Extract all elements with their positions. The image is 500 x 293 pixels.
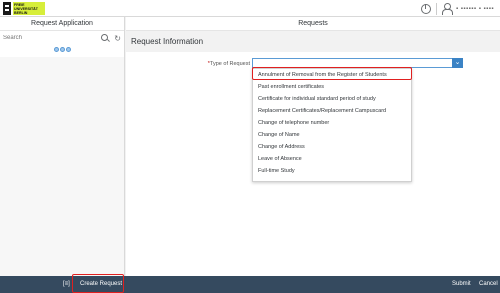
loading-dot — [53, 47, 59, 52]
loading-indicator — [53, 47, 71, 53]
loading-dot — [59, 47, 65, 52]
footer-toolbar: [≡] Create Request Submit Cancel — [0, 276, 500, 293]
search-bar: ↻ — [0, 31, 124, 45]
dropdown-list: Annulment of Removal from the Register o… — [253, 69, 411, 177]
request-type-dropdown: Annulment of Removal from the Register o… — [252, 68, 412, 182]
type-of-request-label: *Type of Request — [202, 60, 250, 68]
dropdown-option[interactable]: Change of Address — [253, 141, 411, 153]
type-of-request-select[interactable]: ⌄ — [252, 58, 463, 68]
cancel-button[interactable]: Cancel — [479, 276, 498, 293]
message-indicator-button[interactable]: [≡] — [63, 276, 70, 293]
dropdown-option[interactable]: Past enrollment certificates — [253, 81, 411, 93]
section-header: Request Information — [126, 31, 500, 52]
dropdown-option[interactable]: Replacement Certificates/Replacement Cam… — [253, 105, 411, 117]
dropdown-option[interactable]: Full-time Study — [253, 165, 411, 177]
request-list — [0, 57, 124, 281]
power-icon[interactable] — [420, 3, 431, 14]
logo-text: FREIE UNIVERSITÄT BERLIN — [13, 2, 45, 15]
refresh-icon[interactable]: ↻ — [114, 34, 121, 43]
dropdown-option[interactable]: Change of telephone number — [253, 117, 411, 129]
create-request-button[interactable]: Create Request — [80, 276, 122, 293]
dropdown-option[interactable]: Annulment of Removal from the Register o… — [253, 69, 411, 81]
detail-title: Requests — [126, 17, 500, 31]
search-input[interactable] — [3, 33, 102, 43]
dropdown-option[interactable]: Certificate for individual standard peri… — [253, 93, 411, 105]
type-of-request-text: Type of Request — [209, 61, 250, 67]
university-logo[interactable]: FREIE UNIVERSITÄT BERLIN — [3, 2, 47, 15]
user-icon[interactable] — [441, 3, 453, 15]
dropdown-option[interactable]: Leave of Absence — [253, 153, 411, 165]
master-title: Request Application — [0, 17, 124, 31]
user-name[interactable]: ▪ ▪▪▪▪▪▪ ▪ ▪▪▪▪ — [456, 6, 494, 12]
header-divider — [435, 2, 437, 15]
loading-dot — [65, 47, 71, 52]
submit-button[interactable]: Submit — [452, 276, 471, 293]
shell-header: FREIE UNIVERSITÄT BERLIN ▪ ▪▪▪▪▪▪ ▪ ▪▪▪▪ — [0, 0, 500, 17]
dropdown-option[interactable]: Change of Name — [253, 129, 411, 141]
chevron-down-icon[interactable]: ⌄ — [452, 58, 463, 68]
search-icon[interactable] — [101, 33, 110, 43]
master-pane: Request Application ↻ — [0, 17, 125, 281]
logo-mark-icon — [3, 2, 11, 15]
